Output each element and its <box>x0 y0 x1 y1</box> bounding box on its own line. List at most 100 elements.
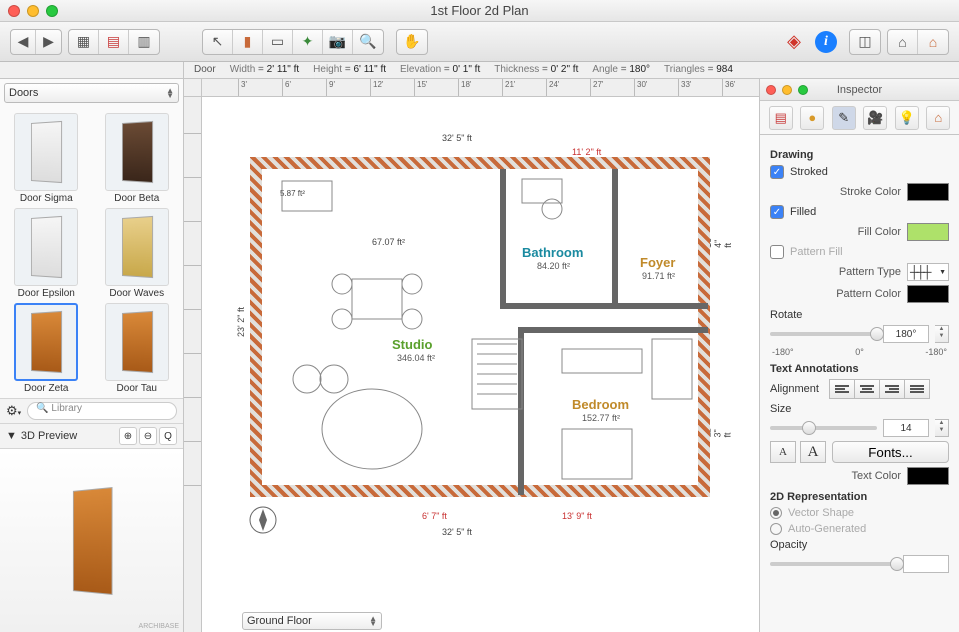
measure-tool-button[interactable]: ✦ <box>293 30 323 54</box>
wall-tool-button[interactable]: ▮ <box>233 30 263 54</box>
align-justify-button[interactable] <box>904 379 930 399</box>
tab-light[interactable]: 💡 <box>895 106 919 130</box>
library-item[interactable]: Door Beta <box>95 111 180 204</box>
wall-icon: ▮ <box>244 33 252 50</box>
filled-label: Filled <box>790 206 816 218</box>
tab-building[interactable]: ⌂ <box>926 106 950 130</box>
vector-shape-radio[interactable] <box>770 507 782 519</box>
size-stepper[interactable]: ▲▼ <box>935 419 949 437</box>
window-title: 1st Floor 2d Plan <box>0 3 959 18</box>
pattern-fill-checkbox[interactable] <box>770 245 784 259</box>
house-a-button[interactable]: ⌂ <box>888 30 918 54</box>
rotate-stepper[interactable]: ▲▼ <box>935 325 949 343</box>
view-2d-button[interactable]: ▦ <box>69 30 99 54</box>
fill-color-swatch[interactable] <box>907 223 949 241</box>
library-item[interactable]: Door Zeta <box>4 301 89 394</box>
library-category-select[interactable]: Doors ▲▼ <box>4 83 179 103</box>
zoom-panel-button[interactable] <box>798 85 808 95</box>
library-item[interactable]: Door Waves <box>95 206 180 299</box>
camera-tool-button[interactable]: 📷 <box>323 30 353 54</box>
minimize-panel-button[interactable] <box>782 85 792 95</box>
wall <box>500 169 506 309</box>
status-bar: Door Width = 2' 11" ft Height = 6' 11" f… <box>0 62 959 79</box>
opacity-slider[interactable] <box>770 562 897 566</box>
camera-icon: 📷 <box>329 33 346 50</box>
updown-icon: ▲▼ <box>166 88 174 98</box>
info-button[interactable]: i <box>815 31 837 53</box>
preview-3d-pane[interactable]: ARCHIBASE <box>0 449 183 632</box>
zoom-window-button[interactable] <box>46 5 58 17</box>
house-outline-icon: ⌂ <box>898 34 906 50</box>
pattern-color-swatch[interactable] <box>907 285 949 303</box>
select-tool-button[interactable]: ↖ <box>203 30 233 54</box>
ruler-horizontal[interactable]: 3' 6' 9' 12' 15' 18' 21' 24' 27' 30' 33'… <box>202 79 759 97</box>
small-area: 5.87 ft² <box>280 189 305 198</box>
align-left-button[interactable] <box>829 379 855 399</box>
tool-group: ↖ ▮ ▭ ✦ 📷 🔍 <box>202 29 384 55</box>
updown-icon: ▲▼ <box>369 616 377 626</box>
tab-2d[interactable]: ✎ <box>832 106 856 130</box>
view-split-button[interactable]: ▥ <box>129 30 159 54</box>
wall <box>500 303 708 309</box>
library-search-input[interactable]: 🔍 Library <box>27 402 177 420</box>
tab-furniture[interactable]: ▤ <box>769 106 793 130</box>
ruler-vertical[interactable] <box>184 97 202 632</box>
pattern-type-select[interactable]: ┼┼┼▼ <box>907 263 949 281</box>
tab-camera[interactable]: 🎥 <box>863 106 887 130</box>
disclosure-icon[interactable]: ▼ <box>6 430 17 442</box>
inspector-tabs: ▤ ● ✎ 🎥 💡 ⌂ <box>760 101 959 135</box>
inspector-toggle-button[interactable]: ◫ <box>850 30 880 54</box>
auto-generated-radio[interactable] <box>770 523 782 535</box>
rotate-value[interactable]: 180° <box>883 325 929 343</box>
pattern-fill-label: Pattern Fill <box>790 246 843 258</box>
magnifier-icon: 🔍 <box>359 33 376 50</box>
close-window-button[interactable] <box>8 5 20 17</box>
library-item[interactable]: Door Tau <box>95 301 180 394</box>
library-item[interactable]: Door Epsilon <box>4 206 89 299</box>
dim-top-red: 11' 2" ft <box>572 147 601 157</box>
store-button[interactable]: ◈ <box>779 30 809 54</box>
floor-level-select[interactable]: Ground Floor ▲▼ <box>242 612 382 630</box>
zoom-fit-button[interactable]: Q <box>159 427 177 445</box>
dim-bl-red: 6' 7" ft <box>422 511 447 521</box>
measure-icon: ✦ <box>302 33 314 50</box>
library-item[interactable]: Door Sigma <box>4 111 89 204</box>
rotate-slider[interactable] <box>770 332 877 336</box>
compass-icon <box>248 505 278 535</box>
stroke-color-swatch[interactable] <box>907 183 949 201</box>
vector-label: Vector Shape <box>788 507 854 519</box>
align-center-button[interactable] <box>854 379 880 399</box>
size-value[interactable]: 14 <box>883 419 929 437</box>
filled-checkbox[interactable]: ✓ <box>770 205 784 219</box>
font-small-button[interactable]: A <box>770 441 796 463</box>
house-icon: ⌂ <box>934 110 942 125</box>
align-right-button[interactable] <box>879 379 905 399</box>
dim-left: 23' 2" ft <box>236 307 246 337</box>
zoom-tool-button[interactable]: 🔍 <box>353 30 383 54</box>
canvas-area: 3' 6' 9' 12' 15' 18' 21' 24' 27' 30' 33'… <box>184 79 759 632</box>
font-large-button[interactable]: A <box>800 441 826 463</box>
panel-icon: ◫ <box>858 33 871 50</box>
floorplan-canvas[interactable]: 32' 5" ft 11' 2" ft 32' 5" ft 6' 7" ft 1… <box>202 97 759 610</box>
stroked-checkbox[interactable]: ✓ <box>770 165 784 179</box>
close-panel-button[interactable] <box>766 85 776 95</box>
zoom-in-button[interactable]: ⊕ <box>119 427 137 445</box>
rep-header: 2D Representation <box>770 491 949 503</box>
size-slider[interactable] <box>770 426 877 430</box>
minimize-window-button[interactable] <box>27 5 39 17</box>
gear-icon[interactable]: ⚙▾ <box>6 403 21 419</box>
zoom-out-button[interactable]: ⊖ <box>139 427 157 445</box>
fonts-button[interactable]: Fonts... <box>832 441 949 463</box>
split-icon: ▥ <box>137 33 150 50</box>
inspector-panel: Inspector ▤ ● ✎ 🎥 💡 ⌂ Drawing ✓ Stroked … <box>759 79 959 632</box>
view-3d-button[interactable]: ▤ <box>99 30 129 54</box>
house-b-button[interactable]: ⌂ <box>918 30 948 54</box>
pan-tool-button[interactable]: ✋ <box>397 30 427 54</box>
nav-back-button[interactable]: ◀ <box>11 30 36 54</box>
tab-materials[interactable]: ● <box>800 106 824 130</box>
room-tool-button[interactable]: ▭ <box>263 30 293 54</box>
nav-forward-button[interactable]: ▶ <box>36 30 61 54</box>
opacity-value[interactable] <box>903 555 949 573</box>
text-color-swatch[interactable] <box>907 467 949 485</box>
text-annotations-header: Text Annotations <box>770 363 949 375</box>
